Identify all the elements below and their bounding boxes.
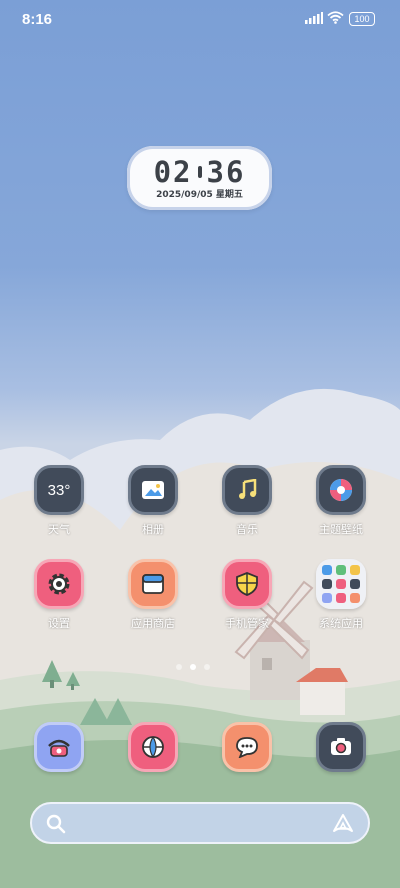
app-label: 设置 — [48, 617, 70, 630]
app-music[interactable]: 音乐 — [207, 465, 287, 537]
themes-icon — [316, 465, 366, 515]
weather-temp: 33° — [47, 481, 71, 499]
app-settings[interactable]: 设置 — [19, 559, 99, 631]
app-label: 手机管家 — [225, 617, 269, 630]
app-label: 主题壁纸 — [319, 523, 363, 536]
home-screen: 8:16 100 02 36 2025/09/05 星期五 33° 天气 相册 … — [0, 0, 400, 888]
assistant-icon[interactable] — [332, 813, 354, 835]
shield-icon — [222, 559, 272, 609]
clock-date: 2025/09/05 星期五 — [156, 190, 243, 200]
browser-icon — [128, 722, 178, 772]
signal-icon — [305, 12, 323, 24]
clock-widget[interactable]: 02 36 2025/09/05 星期五 — [127, 146, 272, 210]
dock-browser[interactable] — [113, 722, 193, 772]
dock-phone[interactable] — [19, 722, 99, 772]
status-bar: 8:16 100 — [0, 0, 400, 40]
phone-icon — [34, 722, 84, 772]
message-icon — [222, 722, 272, 772]
page-dot[interactable] — [204, 664, 210, 670]
app-phone-manager[interactable]: 手机管家 — [207, 559, 287, 631]
clock-separator — [197, 166, 202, 178]
folder-icon — [316, 559, 366, 609]
gallery-icon — [128, 465, 178, 515]
page-dot[interactable] — [176, 664, 182, 670]
dock-messages[interactable] — [207, 722, 287, 772]
app-label: 相册 — [142, 523, 164, 536]
search-bar[interactable] — [30, 802, 370, 844]
dock-camera[interactable] — [301, 722, 381, 772]
app-weather[interactable]: 33° 天气 — [19, 465, 99, 537]
clock-hours: 02 — [153, 155, 193, 189]
clock-time: 02 36 — [127, 155, 272, 189]
app-gallery[interactable]: 相册 — [113, 465, 193, 537]
page-indicator[interactable] — [176, 664, 210, 670]
camera-icon — [316, 722, 366, 772]
app-label: 系统应用 — [319, 617, 363, 630]
app-label: 天气 — [48, 523, 70, 536]
folder-preview — [322, 565, 360, 603]
music-icon — [222, 465, 272, 515]
weather-icon: 33° — [34, 465, 84, 515]
store-icon — [128, 559, 178, 609]
app-label: 音乐 — [236, 523, 258, 536]
app-folder-system[interactable]: 系统应用 — [301, 559, 381, 631]
app-themes[interactable]: 主题壁纸 — [301, 465, 381, 537]
app-label: 应用商店 — [131, 617, 175, 630]
search-icon — [46, 814, 66, 834]
wifi-icon — [327, 11, 344, 24]
clock-minutes: 36 — [206, 155, 246, 189]
page-dot-active[interactable] — [190, 664, 196, 670]
gear-icon — [34, 559, 84, 609]
status-time: 8:16 — [22, 11, 53, 28]
app-store[interactable]: 应用商店 — [113, 559, 193, 631]
battery-icon: 100 — [349, 12, 375, 26]
